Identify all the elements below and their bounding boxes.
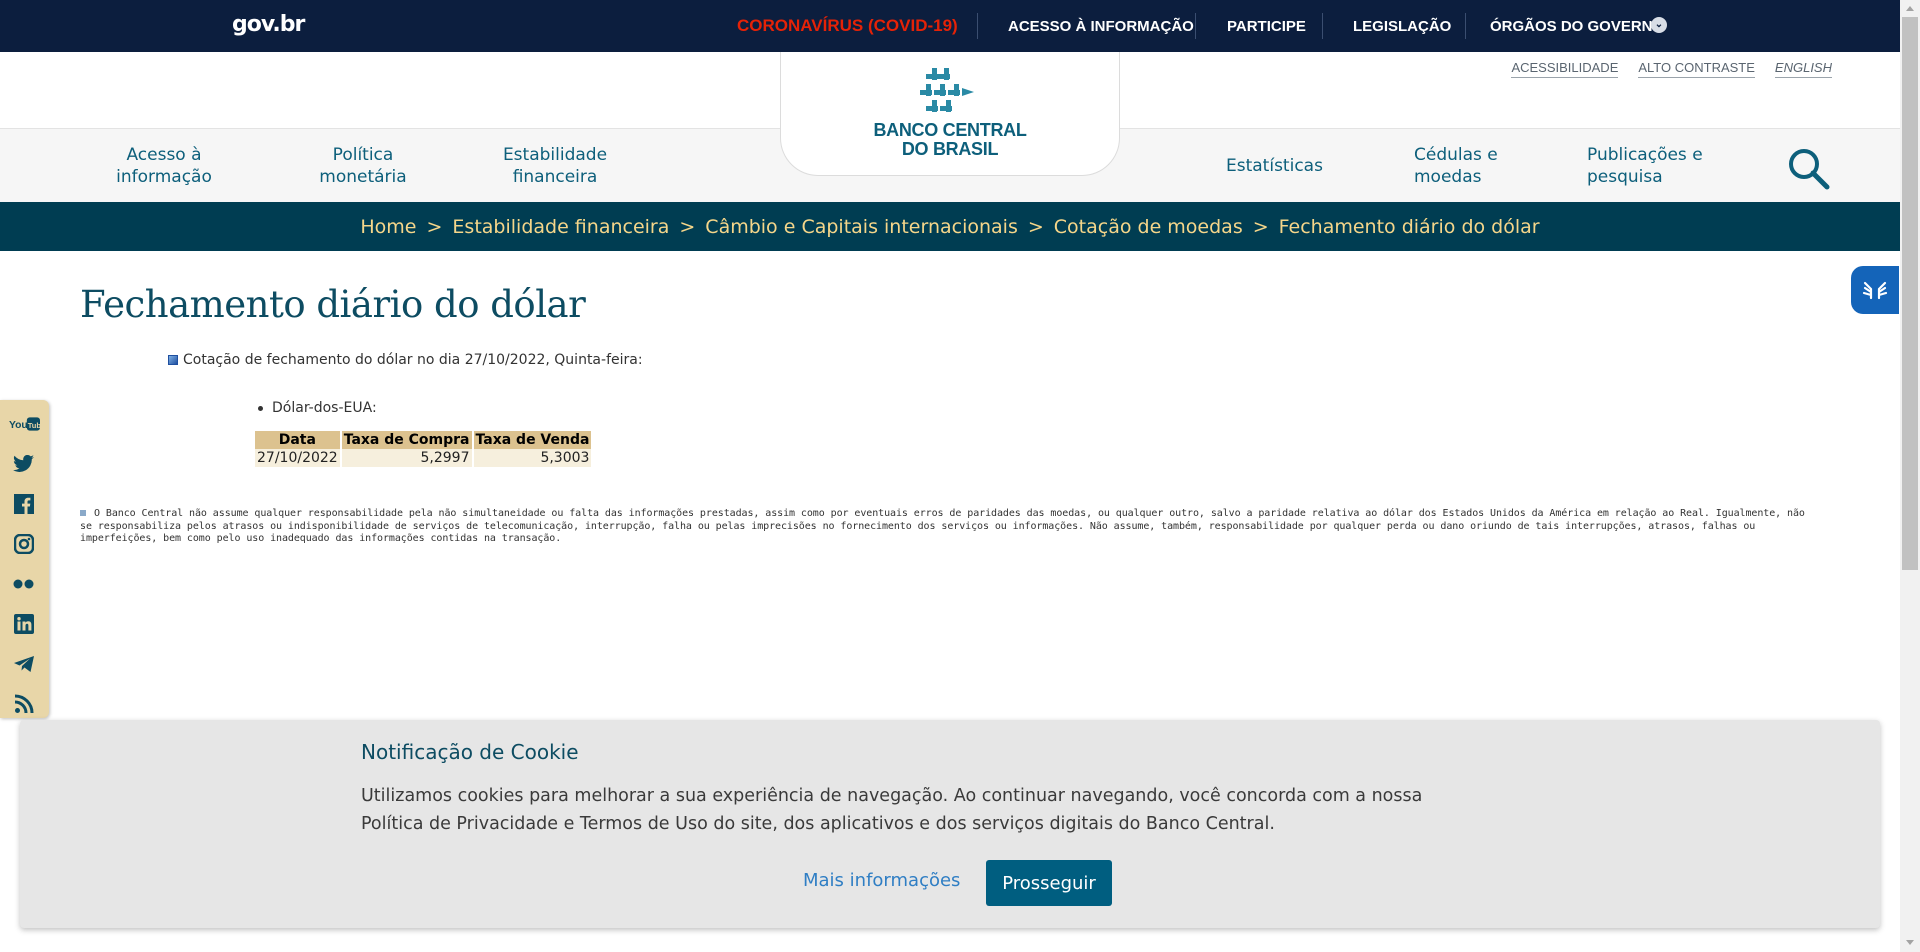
breadcrumb-separator: >: [426, 215, 443, 238]
covid-link[interactable]: CORONAVÍRUS (COVID-19): [737, 16, 958, 36]
rates-table: Data Taxa de Compra Taxa de Venda 27/10/…: [255, 431, 594, 467]
gov-separator: [977, 13, 978, 39]
bullet-square-icon: [80, 510, 86, 516]
rss-icon[interactable]: [8, 690, 40, 718]
breadcrumb-separator: >: [679, 215, 696, 238]
bcb-logo-text[interactable]: BANCO CENTRAL DO BRASIL: [860, 121, 1040, 159]
cell-data: 27/10/2022: [255, 449, 342, 467]
nav-label-line: Acesso à: [126, 145, 202, 165]
cookie-title: Notificação de Cookie: [361, 740, 579, 764]
cookie-banner: Notificação de Cookie Utilizamos cookies…: [20, 720, 1880, 928]
svg-text:You: You: [9, 420, 28, 431]
nav-label-line: informação: [116, 167, 212, 187]
header-data: Data: [255, 431, 342, 449]
gov-separator: [1195, 13, 1196, 39]
nav-label-line: Publicações e: [1587, 145, 1703, 165]
linkedin-icon[interactable]: [8, 610, 40, 638]
nav-label-line: financeira: [512, 167, 598, 187]
nav-label-line: moedas: [1414, 167, 1482, 187]
nav-label-line: Cédulas e: [1414, 145, 1498, 165]
gov-separator: [1465, 13, 1466, 39]
accessibility-links: ACESSIBILIDADE ALTO CONTRASTE ENGLISH: [1511, 60, 1832, 78]
cell-taxa-venda: 5,3003: [472, 449, 594, 467]
header-taxa-compra: Taxa de Compra: [340, 431, 474, 449]
page-title: Fechamento diário do dólar: [80, 283, 586, 326]
youtube-icon[interactable]: YouTube: [8, 410, 40, 438]
breadcrumb-home[interactable]: Home: [360, 216, 416, 238]
social-sidebar: YouTube: [0, 400, 49, 718]
svg-text:Tube: Tube: [28, 421, 40, 430]
gov-separator: [1322, 13, 1323, 39]
cell-taxa-compra: 5,2997: [340, 449, 474, 467]
breadcrumb: Home > Estabilidade financeira > Câmbio …: [0, 202, 1900, 251]
table-header-row: Data Taxa de Compra Taxa de Venda: [255, 431, 594, 449]
cookie-accept-button[interactable]: Prosseguir: [986, 860, 1112, 906]
gov-link-acesso[interactable]: ACESSO À INFORMAÇÃO: [1008, 18, 1194, 35]
nav-label-line: Política: [332, 145, 394, 165]
chevron-down-icon[interactable]: ⌄: [1651, 17, 1667, 33]
breadcrumb-estabilidade[interactable]: Estabilidade financeira: [452, 216, 669, 238]
nav-estatisticas[interactable]: Estatísticas: [1226, 155, 1323, 177]
intro-text: Cotação de fechamento do dólar no dia 27…: [183, 352, 643, 368]
breadcrumb-cambio[interactable]: Câmbio e Capitais internacionais: [705, 216, 1018, 238]
govbr-logo[interactable]: gov.br: [232, 12, 305, 37]
bcb-logo-icon[interactable]: [918, 66, 978, 116]
nav-cedulas-moedas[interactable]: Cédulas e moedas: [1414, 144, 1498, 188]
search-icon[interactable]: [1786, 146, 1832, 192]
gov-link-orgaos[interactable]: ÓRGÃOS DO GOVERNO: [1490, 18, 1664, 35]
telegram-icon[interactable]: [8, 650, 40, 678]
disclaimer: O Banco Central não assume qualquer resp…: [80, 508, 1822, 546]
nav-acesso-informacao[interactable]: Acesso à informação: [104, 144, 224, 188]
acessibilidade-link[interactable]: ACESSIBILIDADE: [1511, 60, 1619, 78]
intro-line: Cotação de fechamento do dólar no dia 27…: [168, 352, 643, 368]
nav-label-line: monetária: [319, 167, 407, 187]
scroll-up-arrow-icon[interactable]: [1906, 6, 1914, 11]
gov-link-participe[interactable]: PARTICIPE: [1227, 18, 1306, 35]
sign-language-hands-icon: [1862, 281, 1888, 300]
nav-label-line: pesquisa: [1587, 167, 1663, 187]
breadcrumb-cotacao[interactable]: Cotação de moedas: [1054, 216, 1243, 238]
flickr-icon[interactable]: [8, 570, 40, 598]
disclaimer-text: O Banco Central não assume qualquer resp…: [80, 508, 1805, 544]
logo-line: DO BRASIL: [901, 139, 999, 159]
facebook-icon[interactable]: [8, 490, 40, 518]
scrollbar-thumb[interactable]: [1902, 17, 1918, 570]
gov-bar: gov.br CORONAVÍRUS (COVID-19) ACESSO À I…: [0, 0, 1900, 52]
header-taxa-venda: Taxa de Venda: [472, 431, 594, 449]
breadcrumb-separator: >: [1027, 215, 1044, 238]
cookie-more-info-link[interactable]: Mais informações: [803, 870, 960, 891]
cookie-text: Utilizamos cookies para melhorar a sua e…: [361, 786, 1423, 834]
gov-link-legislacao[interactable]: LEGISLAÇÃO: [1353, 18, 1451, 35]
logo-line: BANCO CENTRAL: [873, 120, 1027, 140]
instagram-icon[interactable]: [8, 530, 40, 558]
bullet-square-icon: [168, 355, 178, 365]
vlibras-button[interactable]: [1851, 266, 1899, 314]
alto-contraste-link[interactable]: ALTO CONTRASTE: [1638, 60, 1755, 78]
english-link[interactable]: ENGLISH: [1774, 60, 1832, 78]
nav-publicacoes-pesquisa[interactable]: Publicações e pesquisa: [1587, 144, 1703, 188]
table-row: 27/10/2022 5,2997 5,3003: [255, 449, 594, 467]
breadcrumb-separator: >: [1252, 215, 1269, 238]
nav-label-line: Estabilidade: [502, 145, 608, 165]
twitter-icon[interactable]: [8, 450, 40, 478]
currency-item: Dólar-dos-EUA:: [258, 400, 377, 416]
nav-politica-monetaria[interactable]: Política monetária: [303, 144, 423, 188]
nav-estabilidade-financeira[interactable]: Estabilidade financeira: [495, 144, 615, 188]
breadcrumb-fechamento[interactable]: Fechamento diário do dólar: [1279, 216, 1540, 238]
scroll-down-arrow-icon[interactable]: [1906, 940, 1914, 945]
